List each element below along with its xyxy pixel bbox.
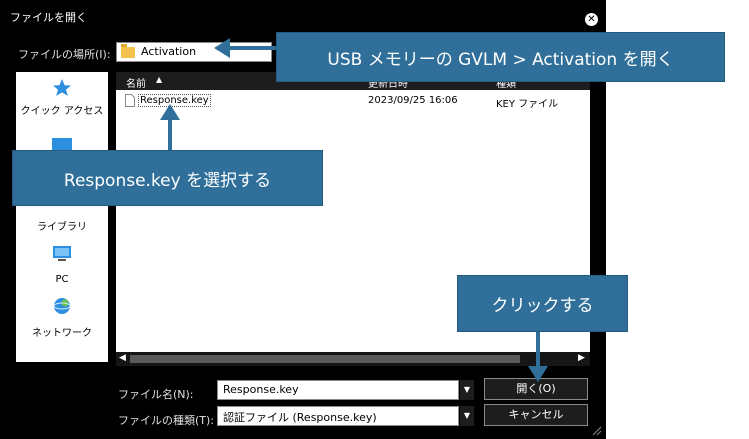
filename-field[interactable]: Response.key bbox=[217, 380, 459, 400]
callout-select-file: Response.key を選択する bbox=[12, 150, 323, 206]
star-icon bbox=[53, 79, 71, 96]
cancel-button[interactable]: キャンセル bbox=[484, 404, 588, 426]
dialog-title: ファイルを開く bbox=[10, 11, 87, 24]
scroll-left-icon[interactable]: ◀ bbox=[119, 353, 126, 363]
arrow-left-icon bbox=[214, 38, 278, 58]
arrow-up-icon bbox=[160, 104, 180, 152]
callout-open-folder-text: USB メモリーの GVLM > Activation を開く bbox=[327, 49, 674, 70]
filetype-value: 認証ファイル (Response.key) bbox=[223, 411, 377, 424]
places-sidebar: クイック アクセス ライブラリ PC ネットワーク bbox=[16, 72, 108, 362]
sort-ascending-icon: ▲ bbox=[156, 75, 163, 84]
callout-open-folder: USB メモリーの GVLM > Activation を開く bbox=[276, 32, 725, 82]
filename-label: ファイル名(N): bbox=[118, 388, 194, 401]
file-modified: 2023/09/25 16:06 bbox=[368, 95, 458, 106]
location-label: ファイルの場所(I): bbox=[18, 48, 111, 61]
sidebar-item-network[interactable]: ネットワーク bbox=[16, 294, 108, 339]
pc-icon bbox=[53, 246, 71, 261]
filetype-label: ファイルの種類(T): bbox=[118, 414, 215, 427]
scroll-right-icon[interactable]: ▶ bbox=[578, 353, 585, 363]
sidebar-label-network: ネットワーク bbox=[32, 328, 92, 339]
file-icon bbox=[125, 94, 135, 107]
horizontal-scrollbar[interactable]: ◀ ▶ bbox=[116, 352, 590, 366]
network-icon bbox=[53, 298, 71, 314]
chevron-down-icon[interactable]: ▼ bbox=[460, 380, 474, 400]
title-bar: ファイルを開く ✕ bbox=[0, 0, 606, 30]
location-value: Activation bbox=[141, 45, 197, 58]
resize-grip-icon[interactable] bbox=[590, 424, 602, 436]
sidebar-label-pc: PC bbox=[55, 274, 69, 285]
filetype-select[interactable]: 認証ファイル (Response.key) bbox=[217, 406, 459, 426]
callout-select-file-text: Response.key を選択する bbox=[63, 170, 272, 191]
chevron-down-icon[interactable]: ▼ bbox=[460, 406, 474, 426]
callout-click-text: クリックする bbox=[491, 296, 594, 316]
sidebar-label-library: ライブラリ bbox=[37, 222, 87, 233]
callout-click: クリックする bbox=[457, 275, 628, 332]
sidebar-item-quick-access[interactable]: クイック アクセス bbox=[16, 76, 108, 120]
sidebar-label-quick-access: クイック アクセス bbox=[20, 106, 104, 117]
column-name[interactable]: 名前 bbox=[126, 75, 146, 90]
file-type: KEY ファイル bbox=[496, 99, 559, 110]
sidebar-item-pc[interactable]: PC bbox=[16, 244, 108, 288]
close-icon[interactable]: ✕ bbox=[585, 13, 598, 26]
scrollbar-thumb[interactable] bbox=[130, 355, 520, 363]
arrow-down-icon bbox=[528, 332, 548, 382]
folder-icon bbox=[121, 44, 135, 58]
list-item[interactable]: Response.key 2023/09/25 16:06 KEY ファイル bbox=[116, 93, 590, 110]
filename-value: Response.key bbox=[223, 383, 299, 396]
